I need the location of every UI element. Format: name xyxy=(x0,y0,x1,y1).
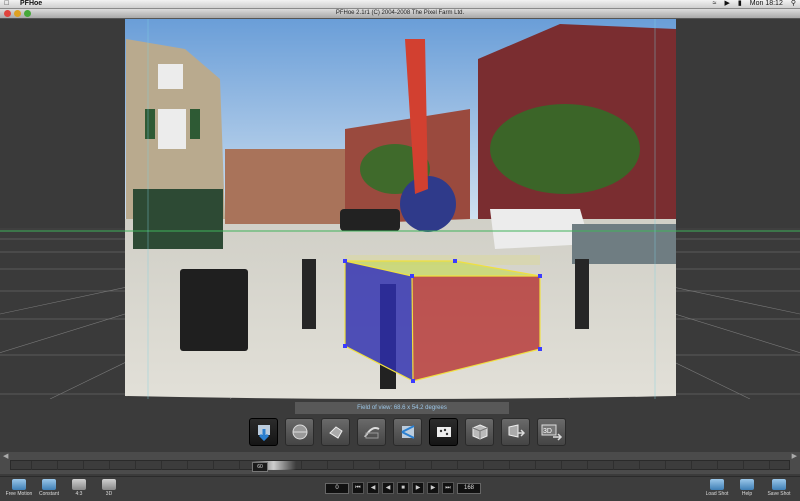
close-button[interactable] xyxy=(4,10,11,17)
constant-label: Constant xyxy=(38,491,59,497)
free-motion-button[interactable]: Free Motion xyxy=(4,479,34,497)
tool-bar: 3D xyxy=(249,418,566,446)
points-icon xyxy=(436,427,451,437)
app-menu[interactable]: PFHoe xyxy=(20,0,42,8)
bottom-bar: Free Motion Constant 4:3 3D 0 ⏮ ◀ ◀ ■ ▶ … xyxy=(0,476,800,501)
save-shot-icon xyxy=(772,479,786,490)
play-backward-icon[interactable]: ◀ xyxy=(382,482,394,494)
save-shot-label: Save Shot xyxy=(767,491,791,497)
lens-icon xyxy=(257,425,270,441)
aspect-button[interactable]: 4:3 xyxy=(64,479,94,497)
step-forward-icon[interactable]: ▶ xyxy=(427,482,439,494)
3d-export-label: 3D xyxy=(543,428,552,435)
sphere-tool-button[interactable] xyxy=(285,418,314,446)
timeline-track[interactable] xyxy=(10,460,790,470)
stop-icon[interactable]: ■ xyxy=(397,482,409,494)
rotate-icon xyxy=(328,426,343,439)
3d-export-icon: 3D xyxy=(541,424,562,441)
end-frame-field[interactable]: 168 xyxy=(457,482,481,494)
view-3d-label: 3D xyxy=(105,491,113,497)
help-button[interactable]: Help xyxy=(732,479,762,497)
constant-icon xyxy=(42,479,56,490)
free-motion-icon xyxy=(12,479,26,490)
go-to-start-icon[interactable]: ⏮ xyxy=(352,482,364,494)
points-tool-button[interactable] xyxy=(429,418,458,446)
step-back-icon[interactable]: ◀ xyxy=(367,482,379,494)
curve-icon xyxy=(363,427,379,439)
spotlight-icon[interactable]: ⚲ xyxy=(791,0,796,8)
lens-tool-button[interactable] xyxy=(249,418,278,446)
view-3d-icon xyxy=(102,479,116,490)
volume-icon[interactable]: ▶ xyxy=(725,0,730,8)
3d-viewport[interactable] xyxy=(0,19,800,399)
view-3d-button[interactable]: 3D xyxy=(94,479,124,497)
curve-tool-button[interactable] xyxy=(357,418,386,446)
constant-button[interactable]: Constant xyxy=(34,479,64,497)
window-title: PFHoe 2.1r1 (C) 2004-2008 The Pixel Farm… xyxy=(335,10,465,16)
wifi-icon[interactable]: ≈ xyxy=(713,0,717,8)
help-label: Help xyxy=(741,491,753,497)
apple-icon[interactable]:  xyxy=(4,0,9,8)
start-frame-field[interactable]: 0 xyxy=(325,482,349,494)
vanishing-tool-button[interactable] xyxy=(393,418,422,446)
vanishing-icon xyxy=(401,425,414,439)
timeline-start-arrow-icon[interactable]: ◀ xyxy=(3,452,8,460)
3d-export-tool-button[interactable]: 3D xyxy=(537,418,566,446)
play-forward-icon[interactable]: ▶ xyxy=(412,482,424,494)
field-of-view-readout: Field of view: 68.6 x 54.2 degrees xyxy=(295,402,509,414)
help-icon xyxy=(740,479,754,490)
free-motion-label: Free Motion xyxy=(5,491,33,497)
cube-tool-button[interactable] xyxy=(465,418,494,446)
playhead-frame-marker[interactable]: 60 xyxy=(252,462,268,472)
viewport-canvas[interactable] xyxy=(0,19,800,399)
window-titlebar: PFHoe 2.1r1 (C) 2004-2008 The Pixel Farm… xyxy=(0,9,800,19)
battery-icon[interactable]: ▮ xyxy=(738,0,742,8)
aspect-label: 4:3 xyxy=(75,491,83,497)
zoom-button[interactable] xyxy=(24,10,31,17)
load-shot-button[interactable]: Load Shot xyxy=(702,479,732,497)
grid-export-tool-button[interactable] xyxy=(501,418,530,446)
timeline-end-arrow-icon[interactable]: ▶ xyxy=(792,452,797,460)
load-shot-icon xyxy=(710,479,724,490)
load-shot-label: Load Shot xyxy=(705,491,729,497)
clock[interactable]: Mon 18:12 xyxy=(750,0,783,8)
minimize-button[interactable] xyxy=(14,10,21,17)
sphere-icon xyxy=(292,424,307,440)
transport-controls: 0 ⏮ ◀ ◀ ■ ▶ ▶ ⏭ 168 xyxy=(325,482,481,494)
grid-export-icon xyxy=(508,424,525,438)
timeline[interactable]: ◀ ▶ xyxy=(0,452,800,474)
save-shot-button[interactable]: Save Shot xyxy=(764,479,794,497)
aspect-icon xyxy=(72,479,86,490)
menu-bar:  PFHoe ≈ ▶ ▮ Mon 18:12 ⚲ xyxy=(0,0,800,9)
cube-icon xyxy=(472,424,487,440)
rotate-tool-button[interactable] xyxy=(321,418,350,446)
go-to-end-icon[interactable]: ⏭ xyxy=(442,482,454,494)
